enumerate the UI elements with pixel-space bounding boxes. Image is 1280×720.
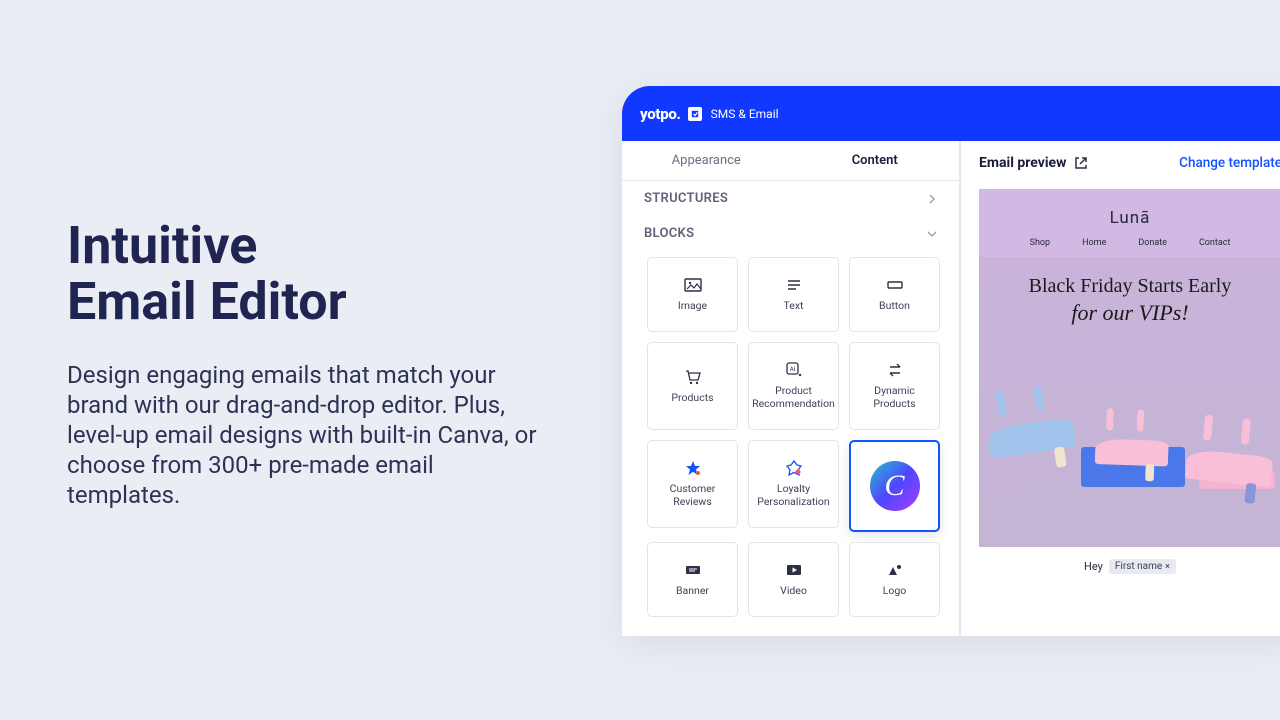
hero-headline: Black Friday Starts Early xyxy=(979,257,1280,298)
block-video[interactable]: Video xyxy=(748,542,839,617)
block-dynamic-products[interactable]: Dynamic Products xyxy=(849,342,940,430)
chevron-down-icon xyxy=(927,229,937,239)
chevron-right-icon xyxy=(927,194,937,204)
block-label: Image xyxy=(676,300,709,313)
hero-subhead: for our VIPs! xyxy=(979,300,1280,326)
cart-icon xyxy=(684,368,702,386)
marketing-body: Design engaging emails that match your b… xyxy=(67,360,547,510)
text-icon xyxy=(785,276,803,294)
editor-sidebar: Appearance Content STRUCTURES BLOCKS Ima… xyxy=(622,141,960,636)
svg-text:AI: AI xyxy=(789,366,795,373)
greeting-text: Hey xyxy=(1084,560,1103,573)
nav-item[interactable]: Contact xyxy=(1199,238,1230,248)
preview-brand-logo: Lunā xyxy=(1110,208,1151,228)
block-label: Products xyxy=(669,392,715,405)
preview-title: Email preview xyxy=(979,155,1088,171)
block-banner[interactable]: Banner xyxy=(647,542,738,617)
button-icon xyxy=(886,276,904,294)
brand-logo: yotpo. xyxy=(640,105,681,123)
section-blocks-label: BLOCKS xyxy=(644,226,694,241)
logo-icon xyxy=(886,561,904,579)
nav-item[interactable]: Home xyxy=(1082,238,1106,248)
preview-hero: Black Friday Starts Early for our VIPs! xyxy=(979,257,1280,547)
block-button[interactable]: Button xyxy=(849,257,940,332)
app-window: yotpo. SMS & Email Appearance Content ST… xyxy=(622,86,1280,636)
section-blocks[interactable]: BLOCKS xyxy=(622,216,959,251)
ai-icon: AI xyxy=(785,361,803,379)
block-label: Product Recommendation xyxy=(749,385,838,410)
block-canva[interactable]: C xyxy=(849,440,940,532)
merge-tag-label: First name xyxy=(1115,561,1162,572)
swap-icon xyxy=(886,361,904,379)
product-name: SMS & Email xyxy=(711,107,779,121)
block-label: Button xyxy=(877,300,912,313)
block-product-recommendation[interactable]: AI Product Recommendation xyxy=(748,342,839,430)
banner-icon xyxy=(684,561,702,579)
block-label: Text xyxy=(782,300,806,313)
brand-badge-icon xyxy=(688,107,702,121)
marketing-heading: Intuitive Email Editor xyxy=(67,218,547,330)
video-icon xyxy=(785,561,803,579)
block-label: Customer Reviews xyxy=(648,483,737,508)
merge-tag[interactable]: First name × xyxy=(1109,559,1176,574)
block-products[interactable]: Products xyxy=(647,342,738,430)
tab-appearance[interactable]: Appearance xyxy=(622,141,791,180)
block-label: Logo xyxy=(881,585,909,598)
block-text[interactable]: Text xyxy=(748,257,839,332)
block-label: Banner xyxy=(674,585,711,598)
close-icon[interactable]: × xyxy=(1165,562,1170,572)
change-template-link[interactable]: Change template xyxy=(1179,155,1280,171)
section-structures-label: STRUCTURES xyxy=(644,191,728,206)
email-preview: Lunā Shop Home Donate Contact Black Frid… xyxy=(979,189,1280,586)
tab-content[interactable]: Content xyxy=(791,141,960,180)
section-structures[interactable]: STRUCTURES xyxy=(622,181,959,216)
nav-item[interactable]: Shop xyxy=(1030,238,1051,248)
block-label: Dynamic Products xyxy=(850,385,939,410)
block-customer-reviews[interactable]: Customer Reviews xyxy=(647,440,738,528)
preview-panel: Email preview Change template Lunā Shop … xyxy=(960,141,1280,636)
loyalty-icon xyxy=(785,459,803,477)
block-loyalty-personalization[interactable]: Loyalty Personalization xyxy=(748,440,839,528)
external-link-icon[interactable] xyxy=(1074,156,1088,170)
star-icon xyxy=(684,459,702,477)
topbar: yotpo. SMS & Email xyxy=(622,86,1280,141)
block-logo[interactable]: Logo xyxy=(849,542,940,617)
canva-icon: C xyxy=(870,461,920,511)
image-icon xyxy=(684,276,702,294)
block-label: Video xyxy=(778,585,809,598)
nav-item[interactable]: Donate xyxy=(1138,238,1167,248)
hero-image xyxy=(979,357,1280,547)
preview-nav: Shop Home Donate Contact xyxy=(1030,238,1231,248)
block-label: Loyalty Personalization xyxy=(749,483,838,508)
greeting-row: Hey First name × xyxy=(979,547,1280,586)
block-image[interactable]: Image xyxy=(647,257,738,332)
